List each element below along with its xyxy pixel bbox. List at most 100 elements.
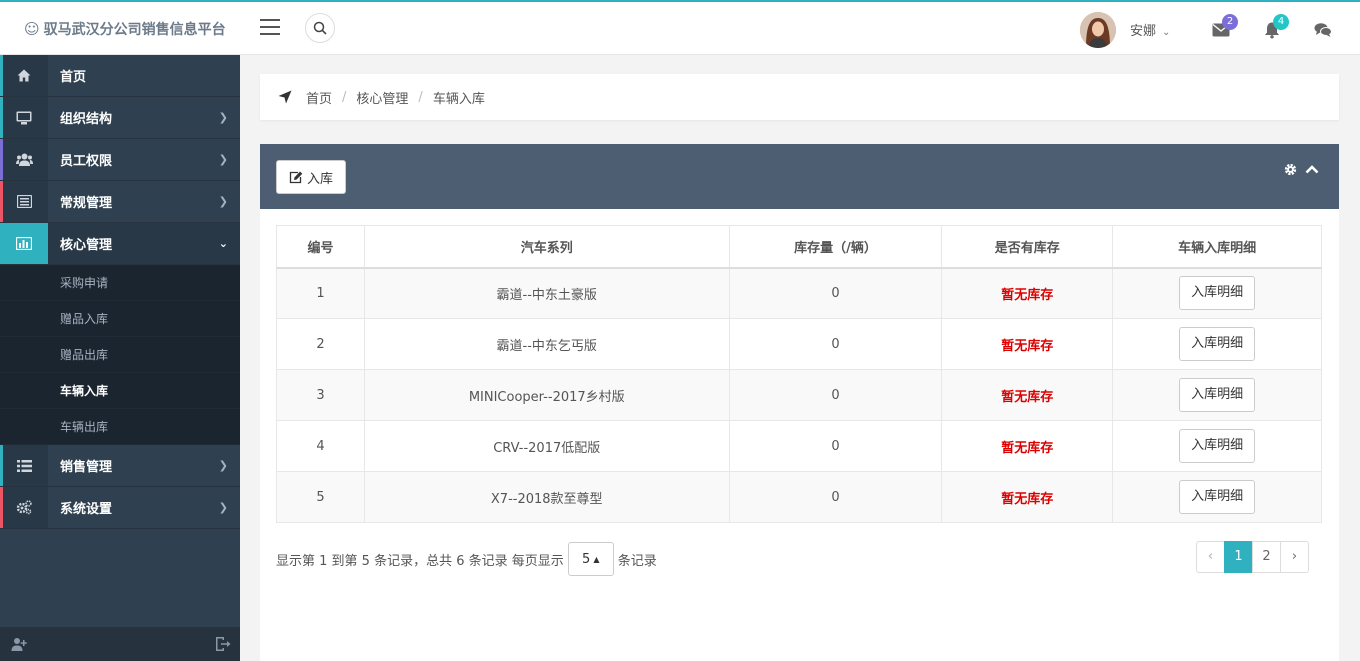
submenu-item-vehicle-out[interactable]: 车辆出库: [0, 409, 240, 445]
chat-button[interactable]: [1314, 20, 1334, 40]
pagination: ‹ 1 2 ›: [1196, 541, 1309, 573]
chevron-right-icon: ❯: [218, 459, 228, 472]
user-avatar[interactable]: [1080, 12, 1116, 48]
sidebar-item-permissions[interactable]: 员工权限 ❯: [0, 139, 240, 181]
list-icon: [16, 459, 32, 472]
cell-series: 霸道--中东土豪版: [363, 267, 730, 319]
detail-button[interactable]: 入库明细: [1179, 480, 1256, 514]
column-header-series[interactable]: 汽车系列: [363, 225, 730, 269]
breadcrumb-home[interactable]: 首页: [306, 88, 332, 107]
chevron-right-icon: ❯: [218, 501, 228, 514]
stock-in-label: 入库: [307, 171, 334, 187]
cogs-icon: [16, 500, 32, 515]
bar-chart-icon: [16, 237, 32, 250]
app-title: 驭马武汉分公司销售信息平台: [43, 21, 226, 38]
cell-quantity: 0: [728, 369, 943, 421]
users-icon: [15, 153, 33, 166]
page-button-1[interactable]: 1: [1224, 541, 1253, 573]
comments-icon: [1314, 23, 1332, 37]
detail-button[interactable]: 入库明细: [1179, 429, 1256, 463]
column-header-stock[interactable]: 是否有库存: [941, 225, 1114, 269]
submenu-item-vehicle-in[interactable]: 车辆入库: [0, 373, 240, 409]
cell-quantity: 0: [728, 318, 943, 370]
page-size-value: 5: [582, 551, 591, 567]
detail-button[interactable]: 入库明细: [1179, 327, 1256, 361]
cell-id: 2: [276, 318, 365, 370]
user-name: 安娜: [1130, 24, 1157, 39]
table-row: 4 CRV--2017低配版 0 暂无库存 入库明细: [276, 420, 1322, 472]
vehicle-in-panel: 入库 编号 汽车系列 库存量（/辆） 是否有库存 车辆入库明细 1 霸道--中东…: [260, 144, 1339, 661]
cell-stock-status: 暂无库存: [941, 318, 1114, 370]
column-header-quantity[interactable]: 库存量（/辆）: [728, 225, 943, 269]
gear-icon[interactable]: [1284, 163, 1297, 176]
submenu-item-gift-out[interactable]: 赠品出库: [0, 337, 240, 373]
cell-stock-status: 暂无库存: [941, 471, 1114, 523]
sidebar-item-settings[interactable]: 系统设置 ❯: [0, 487, 240, 529]
app-brand[interactable]: ☺ 驭马武汉分公司销售信息平台: [0, 2, 240, 55]
mail-button[interactable]: 2: [1212, 14, 1238, 40]
sidebar-item-label: 首页: [60, 70, 87, 85]
submenu-item-purchase[interactable]: 采购申请: [0, 265, 240, 301]
pagination-info: 显示第 1 到第 5 条记录，总共 6 条记录 每页显示 5 ▲ 条记录: [276, 541, 657, 577]
sidebar-item-label: 系统设置: [60, 502, 113, 517]
submenu-item-gift-in[interactable]: 赠品入库: [0, 301, 240, 337]
table-row: 1 霸道--中东土豪版 0 暂无库存 入库明细: [276, 267, 1322, 319]
breadcrumb: 首页 / 核心管理 / 车辆入库: [260, 74, 1339, 120]
cell-series: MINICooper--2017乡村版: [363, 369, 730, 421]
notifications-button[interactable]: 4: [1263, 14, 1289, 40]
breadcrumb-current: 车辆入库: [432, 91, 485, 107]
chevron-down-icon: ⌄: [218, 237, 228, 250]
cell-series: CRV--2017低配版: [363, 420, 730, 472]
sidebar-footer: [0, 627, 240, 661]
desktop-icon: [16, 111, 32, 124]
breadcrumb-section[interactable]: 核心管理: [356, 88, 408, 107]
stock-in-button[interactable]: 入库: [276, 160, 347, 194]
location-arrow-icon: [278, 90, 292, 104]
page-size-select[interactable]: 5 ▲: [567, 542, 614, 576]
detail-button[interactable]: 入库明细: [1179, 276, 1256, 311]
chevron-right-icon: ❯: [218, 195, 228, 208]
search-button[interactable]: [305, 13, 335, 43]
add-user-icon[interactable]: [11, 636, 27, 652]
table-row: 5 X7--2018款至尊型 0 暂无库存 入库明细: [276, 471, 1322, 523]
edit-icon: [289, 171, 303, 183]
cell-id: 5: [276, 471, 365, 523]
panel-header: 入库: [260, 144, 1339, 209]
chevron-up-icon[interactable]: [1305, 163, 1319, 176]
pagination-suffix: 条记录: [617, 553, 657, 569]
sidebar-item-organization[interactable]: 组织结构 ❯: [0, 97, 240, 139]
table-row: 3 MINICooper--2017乡村版 0 暂无库存 入库明细: [276, 369, 1322, 421]
chevron-right-icon: ❯: [218, 153, 228, 166]
page-button-2[interactable]: 2: [1252, 541, 1281, 573]
sidebar-item-general[interactable]: 常规管理 ❯: [0, 181, 240, 223]
list-alt-icon: [16, 195, 32, 208]
user-menu[interactable]: 安娜 ⌄: [1130, 20, 1170, 39]
top-navbar: ☺ 驭马武汉分公司销售信息平台 安娜 ⌄ 2 4: [0, 0, 1360, 55]
detail-button[interactable]: 入库明细: [1179, 378, 1256, 412]
cell-quantity: 0: [728, 420, 943, 472]
column-header-id[interactable]: 编号: [276, 225, 365, 269]
chevron-right-icon: ❯: [218, 111, 228, 124]
sidebar-item-core[interactable]: 核心管理 ⌄: [0, 223, 240, 265]
sidebar-item-label: 核心管理: [60, 238, 113, 253]
panel-tools: [1284, 163, 1319, 176]
logout-icon[interactable]: [215, 636, 231, 652]
column-header-details[interactable]: 车辆入库明细: [1112, 225, 1322, 269]
vehicle-table: 编号 汽车系列 库存量（/辆） 是否有库存 车辆入库明细 1 霸道--中东土豪版…: [276, 225, 1322, 523]
sidebar: 首页 组织结构 ❯ 员工权限 ❯ 常规管理 ❯ 核心管理 ⌄ 采购申请 赠品入库…: [0, 55, 240, 661]
sidebar-item-home[interactable]: 首页: [0, 55, 240, 97]
cell-stock-status: 暂无库存: [941, 420, 1114, 472]
caret-up-icon: ▲: [593, 554, 600, 564]
page-next-button[interactable]: ›: [1280, 541, 1309, 573]
cell-series: X7--2018款至尊型: [363, 471, 730, 523]
menu-toggle-icon[interactable]: [260, 19, 280, 35]
pagination-summary: 显示第 1 到第 5 条记录，总共 6 条记录 每页显示: [276, 553, 564, 569]
chevron-down-icon: ⌄: [1162, 27, 1171, 38]
sidebar-item-label: 常规管理: [60, 196, 113, 211]
sidebar-item-sales[interactable]: 销售管理 ❯: [0, 445, 240, 487]
table-footer-divider: [276, 522, 1322, 523]
core-submenu: 采购申请 赠品入库 赠品出库 车辆入库 车辆出库: [0, 265, 240, 445]
page-prev-button[interactable]: ‹: [1196, 541, 1225, 573]
sidebar-item-label: 员工权限: [60, 154, 113, 169]
cell-id: 1: [276, 267, 365, 319]
